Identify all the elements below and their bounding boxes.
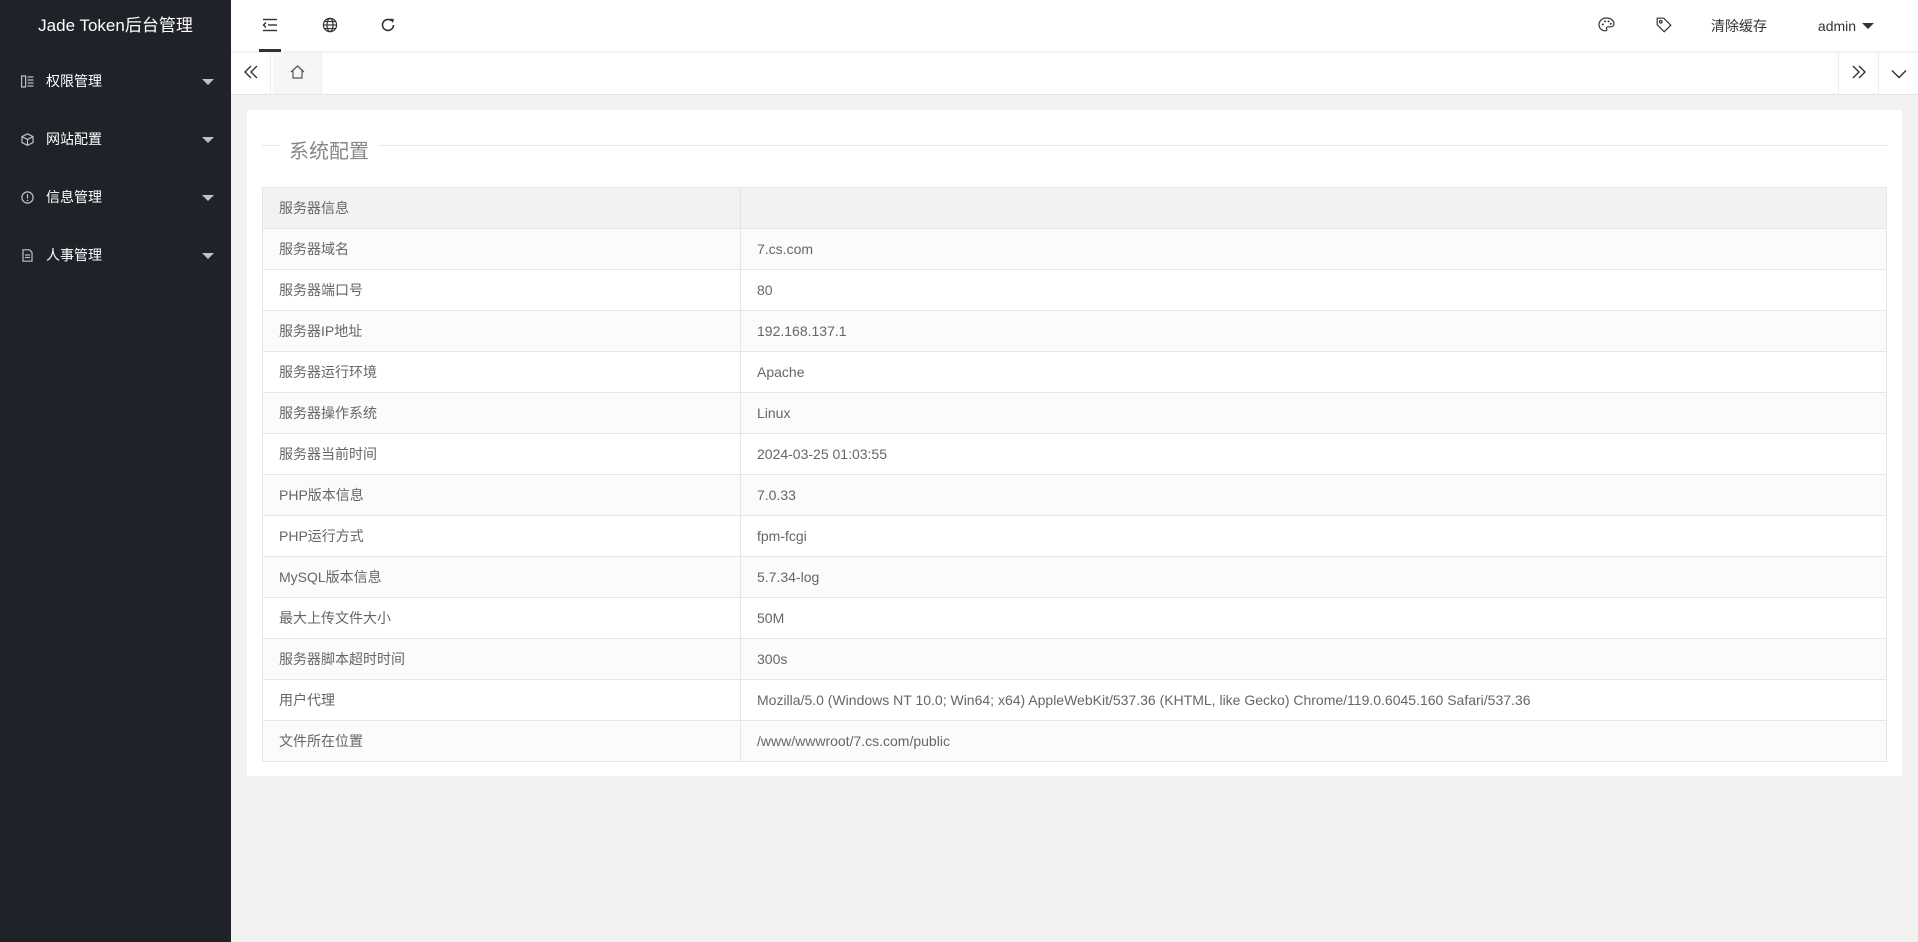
row-key: 服务器域名 [262, 228, 741, 270]
sidebar-item-label: 人事管理 [46, 247, 102, 263]
caret-down-icon [1862, 23, 1875, 29]
tabs-bar [231, 53, 1918, 95]
chevron-down-icon [1891, 66, 1907, 82]
document-icon [20, 248, 34, 262]
row-key: MySQL版本信息 [262, 556, 741, 598]
table-row: MySQL版本信息 5.7.34-log [262, 556, 1887, 598]
caret-down-icon [202, 253, 214, 259]
table-row: 最大上传文件大小 50M [262, 597, 1887, 639]
table-row: 文件所在位置/www/wwwroot/7.cs.com/public [262, 720, 1887, 762]
cube-icon [20, 132, 34, 146]
caret-down-icon [202, 137, 214, 143]
table-row: 服务器运行环境 Apache [262, 351, 1887, 393]
row-value: Mozilla/5.0 (Windows NT 10.0; Win64; x64… [740, 679, 1887, 721]
row-value: 5.7.34-log [740, 556, 1887, 598]
row-key: 最大上传文件大小 [262, 597, 741, 639]
website-button[interactable] [305, 0, 355, 52]
sidebar-item-hr[interactable]: 人事管理 [0, 226, 231, 284]
row-value: 7.cs.com [740, 228, 1887, 270]
sidebar-item-label: 网站配置 [46, 131, 102, 147]
home-icon [290, 65, 305, 82]
clear-cache-label: 清除缓存 [1711, 18, 1767, 34]
sidebar-item-label: 权限管理 [46, 73, 102, 89]
tabs-scroll-right-button[interactable] [1838, 53, 1878, 94]
info-circle-icon [20, 190, 34, 204]
table-row: 服务器端口号 80 [262, 269, 1887, 311]
table-row: 服务器IP地址 192.168.137.1 [262, 310, 1887, 352]
row-value: 300s [740, 638, 1887, 680]
system-config-card: 系统配置 服务器信息 服务器域名 7.cs.com 服务器端口号 80 服务器IP地… [247, 110, 1902, 776]
row-value: fpm-fcgi [740, 515, 1887, 557]
user-menu[interactable]: admin [1791, 0, 1901, 52]
menu-fold-button[interactable] [245, 0, 295, 52]
row-value: 2024-03-25 01:03:55 [740, 433, 1887, 475]
section-divider [262, 145, 1887, 146]
row-key: 文件所在位置 [262, 720, 741, 762]
sidebar-item-label: 信息管理 [46, 189, 102, 205]
username: admin [1817, 18, 1857, 34]
app-logo-title: Jade Token后台管理 [38, 16, 193, 35]
row-key: 服务器端口号 [262, 269, 741, 311]
tab-home[interactable] [273, 53, 322, 94]
table-header-key: 服务器信息 [262, 187, 741, 229]
top-header: 清除缓存 admin [231, 0, 1918, 52]
tag-button[interactable] [1639, 0, 1689, 52]
menu-fold-icon [262, 18, 278, 35]
table-header-value [740, 187, 1887, 229]
double-chevron-left-icon [243, 65, 259, 82]
row-value: 192.168.137.1 [740, 310, 1887, 352]
section-title: 系统配置 [279, 140, 379, 164]
row-value: 80 [740, 269, 1887, 311]
list-icon [20, 74, 34, 88]
refresh-button[interactable] [363, 0, 413, 52]
row-key: PHP运行方式 [262, 515, 741, 557]
sidebar-menu: 权限管理 网站配置 信息管理 人事管理 [0, 52, 231, 284]
double-chevron-right-icon [1851, 65, 1867, 82]
row-value: 7.0.33 [740, 474, 1887, 516]
row-key: 服务器运行环境 [262, 351, 741, 393]
row-key: 服务器脚本超时时间 [262, 638, 741, 680]
caret-down-icon [202, 79, 214, 85]
row-value: /www/wwwroot/7.cs.com/public [740, 720, 1887, 762]
clear-cache-button[interactable]: 清除缓存 [1699, 0, 1779, 52]
theme-button[interactable] [1581, 0, 1631, 52]
table-header-row: 服务器信息 [262, 187, 1887, 229]
row-key: 服务器IP地址 [262, 310, 741, 352]
row-key: 用户代理 [262, 679, 741, 721]
table-row: PHP运行方式 fpm-fcgi [262, 515, 1887, 557]
row-key: 服务器操作系统 [262, 392, 741, 434]
tabs-dropdown-button[interactable] [1878, 53, 1918, 94]
table-row: 用户代理 Mozilla/5.0 (Windows NT 10.0; Win64;… [262, 679, 1887, 721]
row-key: 服务器当前时间 [262, 433, 741, 475]
caret-down-icon [202, 195, 214, 201]
row-key: PHP版本信息 [262, 474, 741, 516]
table-row: PHP版本信息 7.0.33 [262, 474, 1887, 516]
table-row: 服务器操作系统 Linux [262, 392, 1887, 434]
sidebar-item-permissions[interactable]: 权限管理 [0, 52, 231, 110]
table-row: 服务器域名 7.cs.com [262, 228, 1887, 270]
table-row: 服务器当前时间 2024-03-25 01:03:55 [262, 433, 1887, 475]
table-row: 服务器脚本超时时间 300s [262, 638, 1887, 680]
row-value: 50M [740, 597, 1887, 639]
sidebar-item-info[interactable]: 信息管理 [0, 168, 231, 226]
tabs-scroll-left-button[interactable] [231, 53, 271, 94]
sidebar-item-site-config[interactable]: 网站配置 [0, 110, 231, 168]
server-info-table: 服务器信息 服务器域名 7.cs.com 服务器端口号 80 服务器IP地址 192.… [262, 187, 1887, 762]
tag-icon [1656, 17, 1672, 36]
sidebar: Jade Token后台管理 权限管理 网站配置 信息管理 人事管理 [0, 0, 231, 942]
row-value: Linux [740, 392, 1887, 434]
globe-icon [322, 17, 338, 36]
refresh-icon [380, 17, 396, 36]
row-value: Apache [740, 351, 1887, 393]
palette-icon [1597, 17, 1615, 35]
